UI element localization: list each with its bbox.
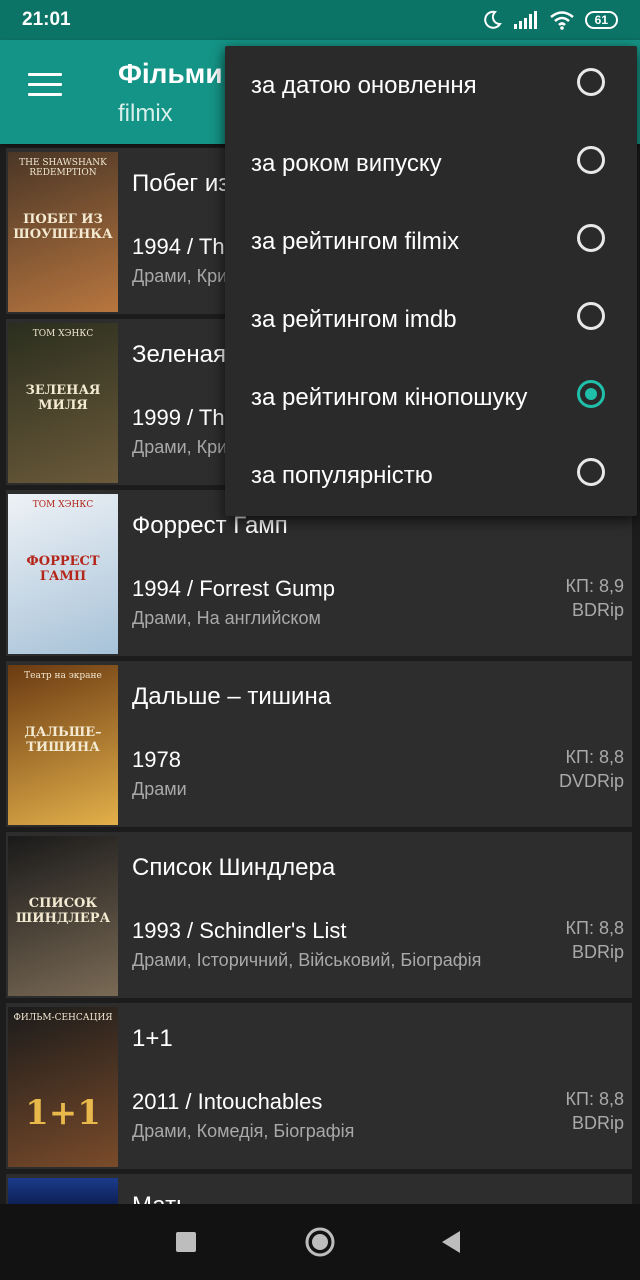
- app-subtitle: filmix: [118, 100, 173, 127]
- sort-option[interactable]: за рейтингом кінопошуку: [225, 358, 637, 436]
- movie-title: Мать: [132, 1192, 189, 1204]
- movie-quality: BDRip: [571, 942, 624, 962]
- movie-quality: DVDRip: [558, 771, 624, 791]
- sort-option[interactable]: за датою оновлення: [225, 46, 637, 124]
- sort-option-label: за роком випуску: [251, 150, 442, 177]
- moon-icon: [483, 10, 502, 29]
- movie-poster: СПИСОК ШИНДЛЕРА: [8, 836, 118, 996]
- movie-rating: КП: 8,8: [565, 747, 624, 767]
- recents-icon[interactable]: [176, 1232, 196, 1252]
- movie-rating-block: КП: 8,8 BDRip: [566, 916, 624, 964]
- poster-caption: 1+1: [25, 1093, 101, 1133]
- sort-option-label: за популярністю: [251, 462, 433, 489]
- movie-card-partial[interactable]: Мать: [6, 1174, 632, 1204]
- movie-poster: [8, 1178, 118, 1204]
- status-icons: 61: [481, 9, 618, 31]
- movie-year-original: 1993 / Schindler's List: [132, 918, 347, 943]
- menu-icon[interactable]: [28, 73, 62, 99]
- movie-quality: BDRip: [571, 1113, 624, 1133]
- poster-caption: ПОБЕГ ИЗ ШОУШЕНКА: [13, 212, 113, 242]
- movie-genres: Драми, Комедія, Біографія: [132, 1121, 355, 1141]
- radio-unchecked-icon[interactable]: [577, 302, 605, 330]
- movie-rating: КП: 8,9: [565, 576, 624, 596]
- movie-genres: Драми, На английском: [132, 608, 321, 628]
- movie-poster: ТОМ ХЭНКС ФОРРЕСТ ГАМП: [8, 494, 118, 654]
- radio-unchecked-icon[interactable]: [577, 224, 605, 252]
- movie-quality: BDRip: [571, 600, 624, 620]
- movie-card[interactable]: Театр на экране ДАЛЬШЕ– ТИШИНА Дальше – ти…: [6, 661, 632, 827]
- sort-option[interactable]: за популярністю: [225, 436, 637, 514]
- movie-year-original: 1978: [132, 747, 181, 772]
- sort-option-label: за рейтингом кінопошуку: [251, 384, 528, 411]
- movie-poster: Театр на экране ДАЛЬШЕ– ТИШИНА: [8, 665, 118, 825]
- poster-caption: ЗЕЛЕНАЯ МИЛЯ: [25, 383, 101, 413]
- app-title: Фільми: [118, 58, 223, 89]
- movie-rating: КП: 8,8: [565, 1089, 624, 1109]
- movie-poster: THE SHAWSHANK REDEMPTION ПОБЕГ ИЗ ШОУШЕНК…: [8, 152, 118, 312]
- poster-caption-top: Театр на экране: [24, 671, 102, 681]
- poster-caption: ФОРРЕСТ ГАМП: [26, 554, 100, 584]
- movie-rating-block: КП: 8,9 BDRip: [566, 574, 624, 622]
- movie-title: 1+1: [132, 1025, 173, 1052]
- sort-option[interactable]: за рейтингом imdb: [225, 280, 637, 358]
- poster-caption-top: ТОМ ХЭНКС: [32, 500, 94, 510]
- poster-caption-top: ФИЛЬМ-СЕНСАЦИЯ: [13, 1013, 113, 1023]
- movie-rating-block: КП: 8,8 BDRip: [566, 1087, 624, 1135]
- battery-icon: 61: [584, 11, 618, 29]
- navigation-bar: [0, 1204, 640, 1280]
- sort-option-label: за рейтингом imdb: [251, 306, 457, 333]
- poster-caption-top: ТОМ ХЭНКС: [32, 329, 94, 339]
- radio-unchecked-icon[interactable]: [577, 146, 605, 174]
- signal-icon: [513, 11, 537, 29]
- movie-year-original: 2011 / Intouchables: [132, 1089, 323, 1114]
- back-icon[interactable]: [440, 1230, 462, 1254]
- sort-option[interactable]: за рейтингом filmix: [225, 202, 637, 280]
- movie-genres: Драми: [132, 779, 187, 799]
- movie-card[interactable]: ФИЛЬМ-СЕНСАЦИЯ 1+1 1+1 2011 / Intouchables Д…: [6, 1003, 632, 1169]
- movie-title: Форрест Гамп: [132, 512, 288, 539]
- status-time: 21:01: [22, 9, 71, 30]
- poster-caption-top: THE SHAWSHANK REDEMPTION: [19, 158, 107, 178]
- movie-title: Список Шиндлера: [132, 854, 336, 881]
- radio-unchecked-icon[interactable]: [577, 68, 605, 96]
- movie-year-original: 1994 / Forrest Gump: [132, 576, 335, 601]
- movie-poster: ТОМ ХЭНКС ЗЕЛЕНАЯ МИЛЯ: [8, 323, 118, 483]
- radio-unchecked-icon[interactable]: [577, 458, 605, 486]
- sort-option[interactable]: за роком випуску: [225, 124, 637, 202]
- sort-option-label: за датою оновлення: [251, 72, 477, 99]
- radio-checked-icon[interactable]: [577, 380, 605, 408]
- movie-poster: ФИЛЬМ-СЕНСАЦИЯ 1+1: [8, 1007, 118, 1167]
- poster-caption: СПИСОК ШИНДЛЕРА: [15, 896, 111, 926]
- movie-rating-block: КП: 8,8 DVDRip: [559, 745, 624, 793]
- sort-menu: за датою оновлення за роком випуску за рей…: [225, 46, 637, 516]
- movie-title: Дальше – тишина: [132, 683, 332, 710]
- movie-rating: КП: 8,8: [565, 918, 624, 938]
- poster-caption: ДАЛЬШЕ– ТИШИНА: [24, 725, 102, 755]
- home-icon[interactable]: [304, 1226, 336, 1258]
- status-bar: 21:01 61: [0, 0, 640, 40]
- wifi-icon: [549, 11, 574, 30]
- sort-option-label: за рейтингом filmix: [251, 228, 460, 255]
- movie-card[interactable]: СПИСОК ШИНДЛЕРА Список Шиндлера 1993 / Sch…: [6, 832, 632, 998]
- movie-genres: Драми, Історичний, Військовий, Біографія: [132, 950, 482, 970]
